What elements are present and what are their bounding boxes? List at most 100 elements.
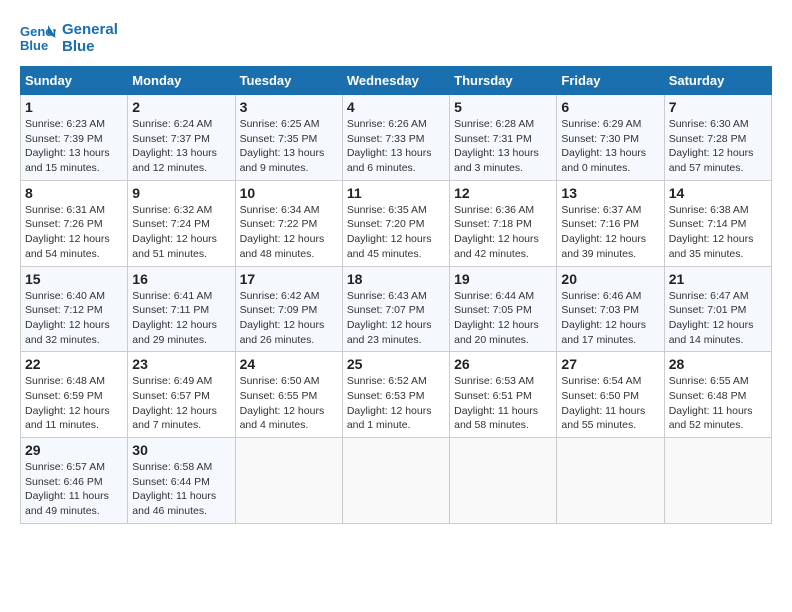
day-number: 21 [669, 271, 767, 287]
day-number: 1 [25, 99, 123, 115]
day-info: Sunrise: 6:32 AMSunset: 7:24 PMDaylight:… [132, 203, 230, 262]
day-number: 20 [561, 271, 659, 287]
day-info: Sunrise: 6:31 AMSunset: 7:26 PMDaylight:… [25, 203, 123, 262]
calendar-cell: 11 Sunrise: 6:35 AMSunset: 7:20 PMDayligh… [342, 180, 449, 266]
weekday-header-wednesday: Wednesday [342, 67, 449, 95]
day-number: 4 [347, 99, 445, 115]
calendar-cell: 12 Sunrise: 6:36 AMSunset: 7:18 PMDayligh… [450, 180, 557, 266]
calendar-cell: 10 Sunrise: 6:34 AMSunset: 7:22 PMDayligh… [235, 180, 342, 266]
day-number: 30 [132, 442, 230, 458]
day-info: Sunrise: 6:53 AMSunset: 6:51 PMDaylight:… [454, 374, 552, 433]
day-info: Sunrise: 6:41 AMSunset: 7:11 PMDaylight:… [132, 289, 230, 348]
calendar-cell [557, 438, 664, 524]
day-number: 19 [454, 271, 552, 287]
day-info: Sunrise: 6:44 AMSunset: 7:05 PMDaylight:… [454, 289, 552, 348]
calendar-cell [450, 438, 557, 524]
calendar-cell: 21Sunrise: 6:47 AMSunset: 7:01 PMDayligh… [664, 266, 771, 352]
day-number: 22 [25, 356, 123, 372]
calendar-cell: 6Sunrise: 6:29 AMSunset: 7:30 PMDaylight… [557, 95, 664, 181]
day-number: 18 [347, 271, 445, 287]
calendar-cell: 9 Sunrise: 6:32 AMSunset: 7:24 PMDaylight… [128, 180, 235, 266]
day-number: 29 [25, 442, 123, 458]
day-info: Sunrise: 6:30 AMSunset: 7:28 PMDaylight:… [669, 117, 767, 176]
day-number: 27 [561, 356, 659, 372]
calendar-week-3: 15 Sunrise: 6:40 AMSunset: 7:12 PMDayligh… [21, 266, 772, 352]
day-info: Sunrise: 6:48 AMSunset: 6:59 PMDaylight:… [25, 374, 123, 433]
day-info: Sunrise: 6:34 AMSunset: 7:22 PMDaylight:… [240, 203, 338, 262]
day-info: Sunrise: 6:46 AMSunset: 7:03 PMDaylight:… [561, 289, 659, 348]
day-info: Sunrise: 6:24 AMSunset: 7:37 PMDaylight:… [132, 117, 230, 176]
page-header: General Blue GeneralBlue [20, 20, 772, 56]
calendar-week-1: 1 Sunrise: 6:23 AMSunset: 7:39 PMDaylight… [21, 95, 772, 181]
calendar-cell: 2 Sunrise: 6:24 AMSunset: 7:37 PMDaylight… [128, 95, 235, 181]
weekday-header-saturday: Saturday [664, 67, 771, 95]
calendar-cell: 28Sunrise: 6:55 AMSunset: 6:48 PMDayligh… [664, 352, 771, 438]
day-number: 5 [454, 99, 552, 115]
day-number: 28 [669, 356, 767, 372]
day-number: 16 [132, 271, 230, 287]
calendar-cell: 4 Sunrise: 6:26 AMSunset: 7:33 PMDaylight… [342, 95, 449, 181]
calendar-cell: 19 Sunrise: 6:44 AMSunset: 7:05 PMDayligh… [450, 266, 557, 352]
day-number: 8 [25, 185, 123, 201]
calendar-cell: 3 Sunrise: 6:25 AMSunset: 7:35 PMDaylight… [235, 95, 342, 181]
calendar-cell [664, 438, 771, 524]
weekday-header-monday: Monday [128, 67, 235, 95]
day-info: Sunrise: 6:25 AMSunset: 7:35 PMDaylight:… [240, 117, 338, 176]
day-number: 10 [240, 185, 338, 201]
day-info: Sunrise: 6:40 AMSunset: 7:12 PMDaylight:… [25, 289, 123, 348]
calendar-cell: 15 Sunrise: 6:40 AMSunset: 7:12 PMDayligh… [21, 266, 128, 352]
calendar-cell: 16 Sunrise: 6:41 AMSunset: 7:11 PMDayligh… [128, 266, 235, 352]
calendar-cell: 27 Sunrise: 6:54 AMSunset: 6:50 PMDayligh… [557, 352, 664, 438]
calendar-cell: 8 Sunrise: 6:31 AMSunset: 7:26 PMDaylight… [21, 180, 128, 266]
calendar-cell: 30 Sunrise: 6:58 AMSunset: 6:44 PMDayligh… [128, 438, 235, 524]
day-info: Sunrise: 6:35 AMSunset: 7:20 PMDaylight:… [347, 203, 445, 262]
day-info: Sunrise: 6:38 AMSunset: 7:14 PMDaylight:… [669, 203, 767, 262]
day-number: 17 [240, 271, 338, 287]
calendar-cell: 26Sunrise: 6:53 AMSunset: 6:51 PMDayligh… [450, 352, 557, 438]
weekday-header-friday: Friday [557, 67, 664, 95]
calendar-week-5: 29 Sunrise: 6:57 AMSunset: 6:46 PMDayligh… [21, 438, 772, 524]
day-info: Sunrise: 6:57 AMSunset: 6:46 PMDaylight:… [25, 460, 123, 519]
day-info: Sunrise: 6:58 AMSunset: 6:44 PMDaylight:… [132, 460, 230, 519]
calendar-cell: 5 Sunrise: 6:28 AMSunset: 7:31 PMDaylight… [450, 95, 557, 181]
day-info: Sunrise: 6:29 AMSunset: 7:30 PMDaylight:… [561, 117, 659, 176]
day-info: Sunrise: 6:23 AMSunset: 7:39 PMDaylight:… [25, 117, 123, 176]
day-info: Sunrise: 6:54 AMSunset: 6:50 PMDaylight:… [561, 374, 659, 433]
calendar-cell: 13Sunrise: 6:37 AMSunset: 7:16 PMDayligh… [557, 180, 664, 266]
day-info: Sunrise: 6:26 AMSunset: 7:33 PMDaylight:… [347, 117, 445, 176]
calendar-cell: 29 Sunrise: 6:57 AMSunset: 6:46 PMDayligh… [21, 438, 128, 524]
calendar-cell: 20 Sunrise: 6:46 AMSunset: 7:03 PMDayligh… [557, 266, 664, 352]
day-number: 9 [132, 185, 230, 201]
day-info: Sunrise: 6:28 AMSunset: 7:31 PMDaylight:… [454, 117, 552, 176]
weekday-header-sunday: Sunday [21, 67, 128, 95]
calendar-cell: 18 Sunrise: 6:43 AMSunset: 7:07 PMDayligh… [342, 266, 449, 352]
day-number: 15 [25, 271, 123, 287]
calendar-cell: 1 Sunrise: 6:23 AMSunset: 7:39 PMDaylight… [21, 95, 128, 181]
day-info: Sunrise: 6:36 AMSunset: 7:18 PMDaylight:… [454, 203, 552, 262]
day-number: 7 [669, 99, 767, 115]
day-number: 2 [132, 99, 230, 115]
day-number: 11 [347, 185, 445, 201]
day-info: Sunrise: 6:50 AMSunset: 6:55 PMDaylight:… [240, 374, 338, 433]
calendar-cell [235, 438, 342, 524]
day-number: 25 [347, 356, 445, 372]
calendar-cell [342, 438, 449, 524]
day-number: 23 [132, 356, 230, 372]
day-info: Sunrise: 6:43 AMSunset: 7:07 PMDaylight:… [347, 289, 445, 348]
weekday-header-tuesday: Tuesday [235, 67, 342, 95]
calendar-table: SundayMondayTuesdayWednesdayThursdayFrid… [20, 66, 772, 524]
day-number: 14 [669, 185, 767, 201]
calendar-cell: 25 Sunrise: 6:52 AMSunset: 6:53 PMDayligh… [342, 352, 449, 438]
calendar-cell: 24 Sunrise: 6:50 AMSunset: 6:55 PMDayligh… [235, 352, 342, 438]
day-info: Sunrise: 6:52 AMSunset: 6:53 PMDaylight:… [347, 374, 445, 433]
calendar-cell: 14 Sunrise: 6:38 AMSunset: 7:14 PMDayligh… [664, 180, 771, 266]
calendar-cell: 22 Sunrise: 6:48 AMSunset: 6:59 PMDayligh… [21, 352, 128, 438]
day-info: Sunrise: 6:49 AMSunset: 6:57 PMDaylight:… [132, 374, 230, 433]
day-number: 24 [240, 356, 338, 372]
day-number: 12 [454, 185, 552, 201]
calendar-cell: 7 Sunrise: 6:30 AMSunset: 7:28 PMDaylight… [664, 95, 771, 181]
logo-icon: General Blue [20, 20, 56, 56]
day-number: 3 [240, 99, 338, 115]
logo-text: GeneralBlue [62, 21, 118, 55]
day-info: Sunrise: 6:37 AMSunset: 7:16 PMDaylight:… [561, 203, 659, 262]
